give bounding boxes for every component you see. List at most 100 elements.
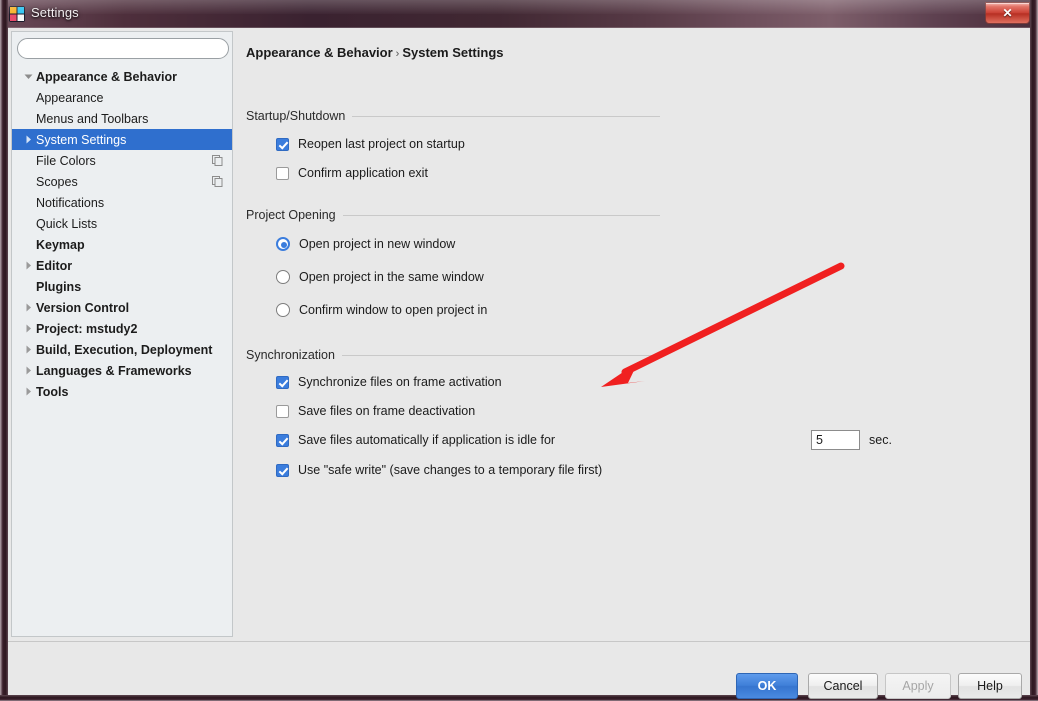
checkbox-row-synchronize-on-activation[interactable]: Synchronize files on frame activation [276, 375, 502, 389]
settings-tree: Appearance & Behavior Appearance Menus and… [12, 66, 232, 636]
sidebar-item-version-control[interactable]: Version Control [12, 297, 232, 318]
intellij-logo-icon [9, 6, 25, 22]
reopen-last-project-checkbox[interactable] [276, 137, 289, 151]
confirm-window-radio[interactable] [276, 303, 290, 317]
sidebar-item-label: Plugins [36, 279, 82, 294]
group-title: Synchronization [246, 348, 335, 362]
sidebar-item-languages-frameworks[interactable]: Languages & Frameworks [12, 360, 232, 381]
window-border-bottom [0, 695, 1038, 701]
save-on-deactivation-checkbox[interactable] [276, 404, 289, 418]
sidebar-item-label: Project: mstudy2 [36, 321, 138, 336]
save-automatically-idle-label: Save files automatically if application … [298, 433, 556, 447]
sidebar-item-label: Quick Lists [36, 216, 98, 231]
checkbox-row-reopen-last-project[interactable]: Reopen last project on startup [276, 137, 465, 151]
radio-row-open-in-new-window[interactable]: Open project in new window [276, 237, 455, 251]
window-title: Settings [31, 5, 79, 20]
confirm-application-exit-label: Confirm application exit [298, 166, 428, 180]
sidebar-item-label: Editor [36, 258, 73, 273]
save-automatically-idle-checkbox[interactable] [276, 433, 289, 447]
sidebar-item-label: Scopes [36, 174, 78, 189]
save-on-deactivation-label: Save files on frame deactivation [298, 404, 476, 418]
chevron-right-icon[interactable] [20, 135, 36, 144]
window-title-bar: Settings ✕ [0, 0, 1038, 28]
checkbox-row-save-automatically-idle[interactable]: Save files automatically if application … [276, 433, 555, 447]
group-header-project-opening: Project Opening [246, 208, 660, 222]
settings-content-panel: Appearance & Behavior › System Settings St… [240, 31, 1028, 637]
sidebar-item-appearance-behavior[interactable]: Appearance & Behavior [12, 66, 232, 87]
help-button-label: Help [977, 679, 1003, 693]
sidebar-item-label: Menus and Toolbars [36, 111, 149, 126]
sidebar-item-quick-lists[interactable]: Quick Lists [12, 213, 232, 234]
sidebar-item-appearance[interactable]: Appearance [12, 87, 232, 108]
close-icon: ✕ [1002, 6, 1013, 20]
idle-timer-input[interactable] [811, 430, 860, 450]
search-input[interactable] [17, 38, 229, 59]
checkbox-row-safe-write[interactable]: Use "safe write" (save changes to a temp… [276, 463, 602, 477]
radio-row-open-in-same-window[interactable]: Open project in the same window [276, 270, 484, 284]
window-border-right [1030, 0, 1038, 701]
window-border-left [0, 0, 8, 701]
group-divider [352, 115, 660, 117]
cancel-button-label: Cancel [823, 679, 863, 693]
synchronize-on-activation-label: Synchronize files on frame activation [298, 375, 502, 389]
safe-write-checkbox[interactable] [276, 463, 289, 477]
checkbox-row-save-on-deactivation[interactable]: Save files on frame deactivation [276, 404, 475, 418]
group-title: Startup/Shutdown [246, 109, 346, 123]
idle-timer-unit-label: sec. [869, 433, 892, 447]
breadcrumb-separator-icon: › [395, 48, 400, 60]
close-button[interactable]: ✕ [985, 2, 1030, 24]
confirm-window-label: Confirm window to open project in [299, 303, 488, 317]
sidebar-item-menus-and-toolbars[interactable]: Menus and Toolbars [12, 108, 232, 129]
settings-sidebar: Appearance & Behavior Appearance Menus and… [11, 31, 233, 637]
sidebar-item-notifications[interactable]: Notifications [12, 192, 232, 213]
chevron-right-icon[interactable] [20, 303, 36, 312]
sidebar-item-keymap[interactable]: Keymap [12, 234, 232, 255]
help-button[interactable]: Help [958, 673, 1022, 699]
sidebar-item-build-execution-deployment[interactable]: Build, Execution, Deployment [12, 339, 232, 360]
open-in-new-window-label: Open project in new window [299, 237, 456, 251]
sidebar-item-system-settings[interactable]: System Settings [12, 129, 232, 150]
checkbox-row-confirm-application-exit[interactable]: Confirm application exit [276, 166, 428, 180]
sidebar-item-label: Languages & Frameworks [36, 363, 192, 378]
copy-icon[interactable] [208, 176, 226, 187]
chevron-right-icon[interactable] [20, 387, 36, 396]
sidebar-item-tools[interactable]: Tools [12, 381, 232, 402]
sidebar-item-scopes[interactable]: Scopes [12, 171, 232, 192]
group-divider [342, 214, 660, 216]
group-title: Project Opening [246, 208, 336, 222]
sidebar-item-label: Version Control [36, 300, 130, 315]
dialog-footer: OK Cancel Apply Help [8, 642, 1030, 699]
sidebar-item-editor[interactable]: Editor [12, 255, 232, 276]
apply-button-label: Apply [902, 679, 934, 693]
sidebar-item-label: Appearance & Behavior [36, 69, 178, 84]
sidebar-item-label: Tools [36, 384, 69, 399]
settings-window: Settings ✕ Appearance & Behavior Appearan… [0, 0, 1038, 701]
chevron-down-icon[interactable] [20, 72, 36, 81]
chevron-right-icon[interactable] [20, 261, 36, 270]
synchronize-on-activation-checkbox[interactable] [276, 375, 289, 389]
breadcrumb: Appearance & Behavior › System Settings [246, 45, 504, 60]
radio-row-confirm-window[interactable]: Confirm window to open project in [276, 303, 487, 317]
breadcrumb-root[interactable]: Appearance & Behavior [246, 45, 393, 60]
cancel-button[interactable]: Cancel [808, 673, 878, 699]
confirm-application-exit-checkbox[interactable] [276, 166, 289, 180]
open-in-same-window-radio[interactable] [276, 270, 290, 284]
safe-write-label: Use "safe write" (save changes to a temp… [298, 463, 603, 477]
sidebar-item-project-mstudy2[interactable]: Project: mstudy2 [12, 318, 232, 339]
chevron-right-icon[interactable] [20, 366, 36, 375]
open-in-new-window-radio[interactable] [276, 237, 290, 251]
search-box [17, 38, 229, 59]
sidebar-item-label: Keymap [36, 237, 85, 252]
copy-icon[interactable] [208, 155, 226, 166]
sidebar-item-file-colors[interactable]: File Colors [12, 150, 232, 171]
chevron-right-icon[interactable] [20, 324, 36, 333]
sidebar-item-plugins[interactable]: Plugins [12, 276, 232, 297]
group-header-synchronization: Synchronization [246, 348, 660, 362]
reopen-last-project-label: Reopen last project on startup [298, 137, 465, 151]
ok-button-label: OK [757, 679, 777, 693]
group-header-startup-shutdown: Startup/Shutdown [246, 109, 660, 123]
group-divider [341, 354, 660, 356]
chevron-right-icon[interactable] [20, 345, 36, 354]
sidebar-item-label: Notifications [36, 195, 105, 210]
ok-button[interactable]: OK [736, 673, 798, 699]
